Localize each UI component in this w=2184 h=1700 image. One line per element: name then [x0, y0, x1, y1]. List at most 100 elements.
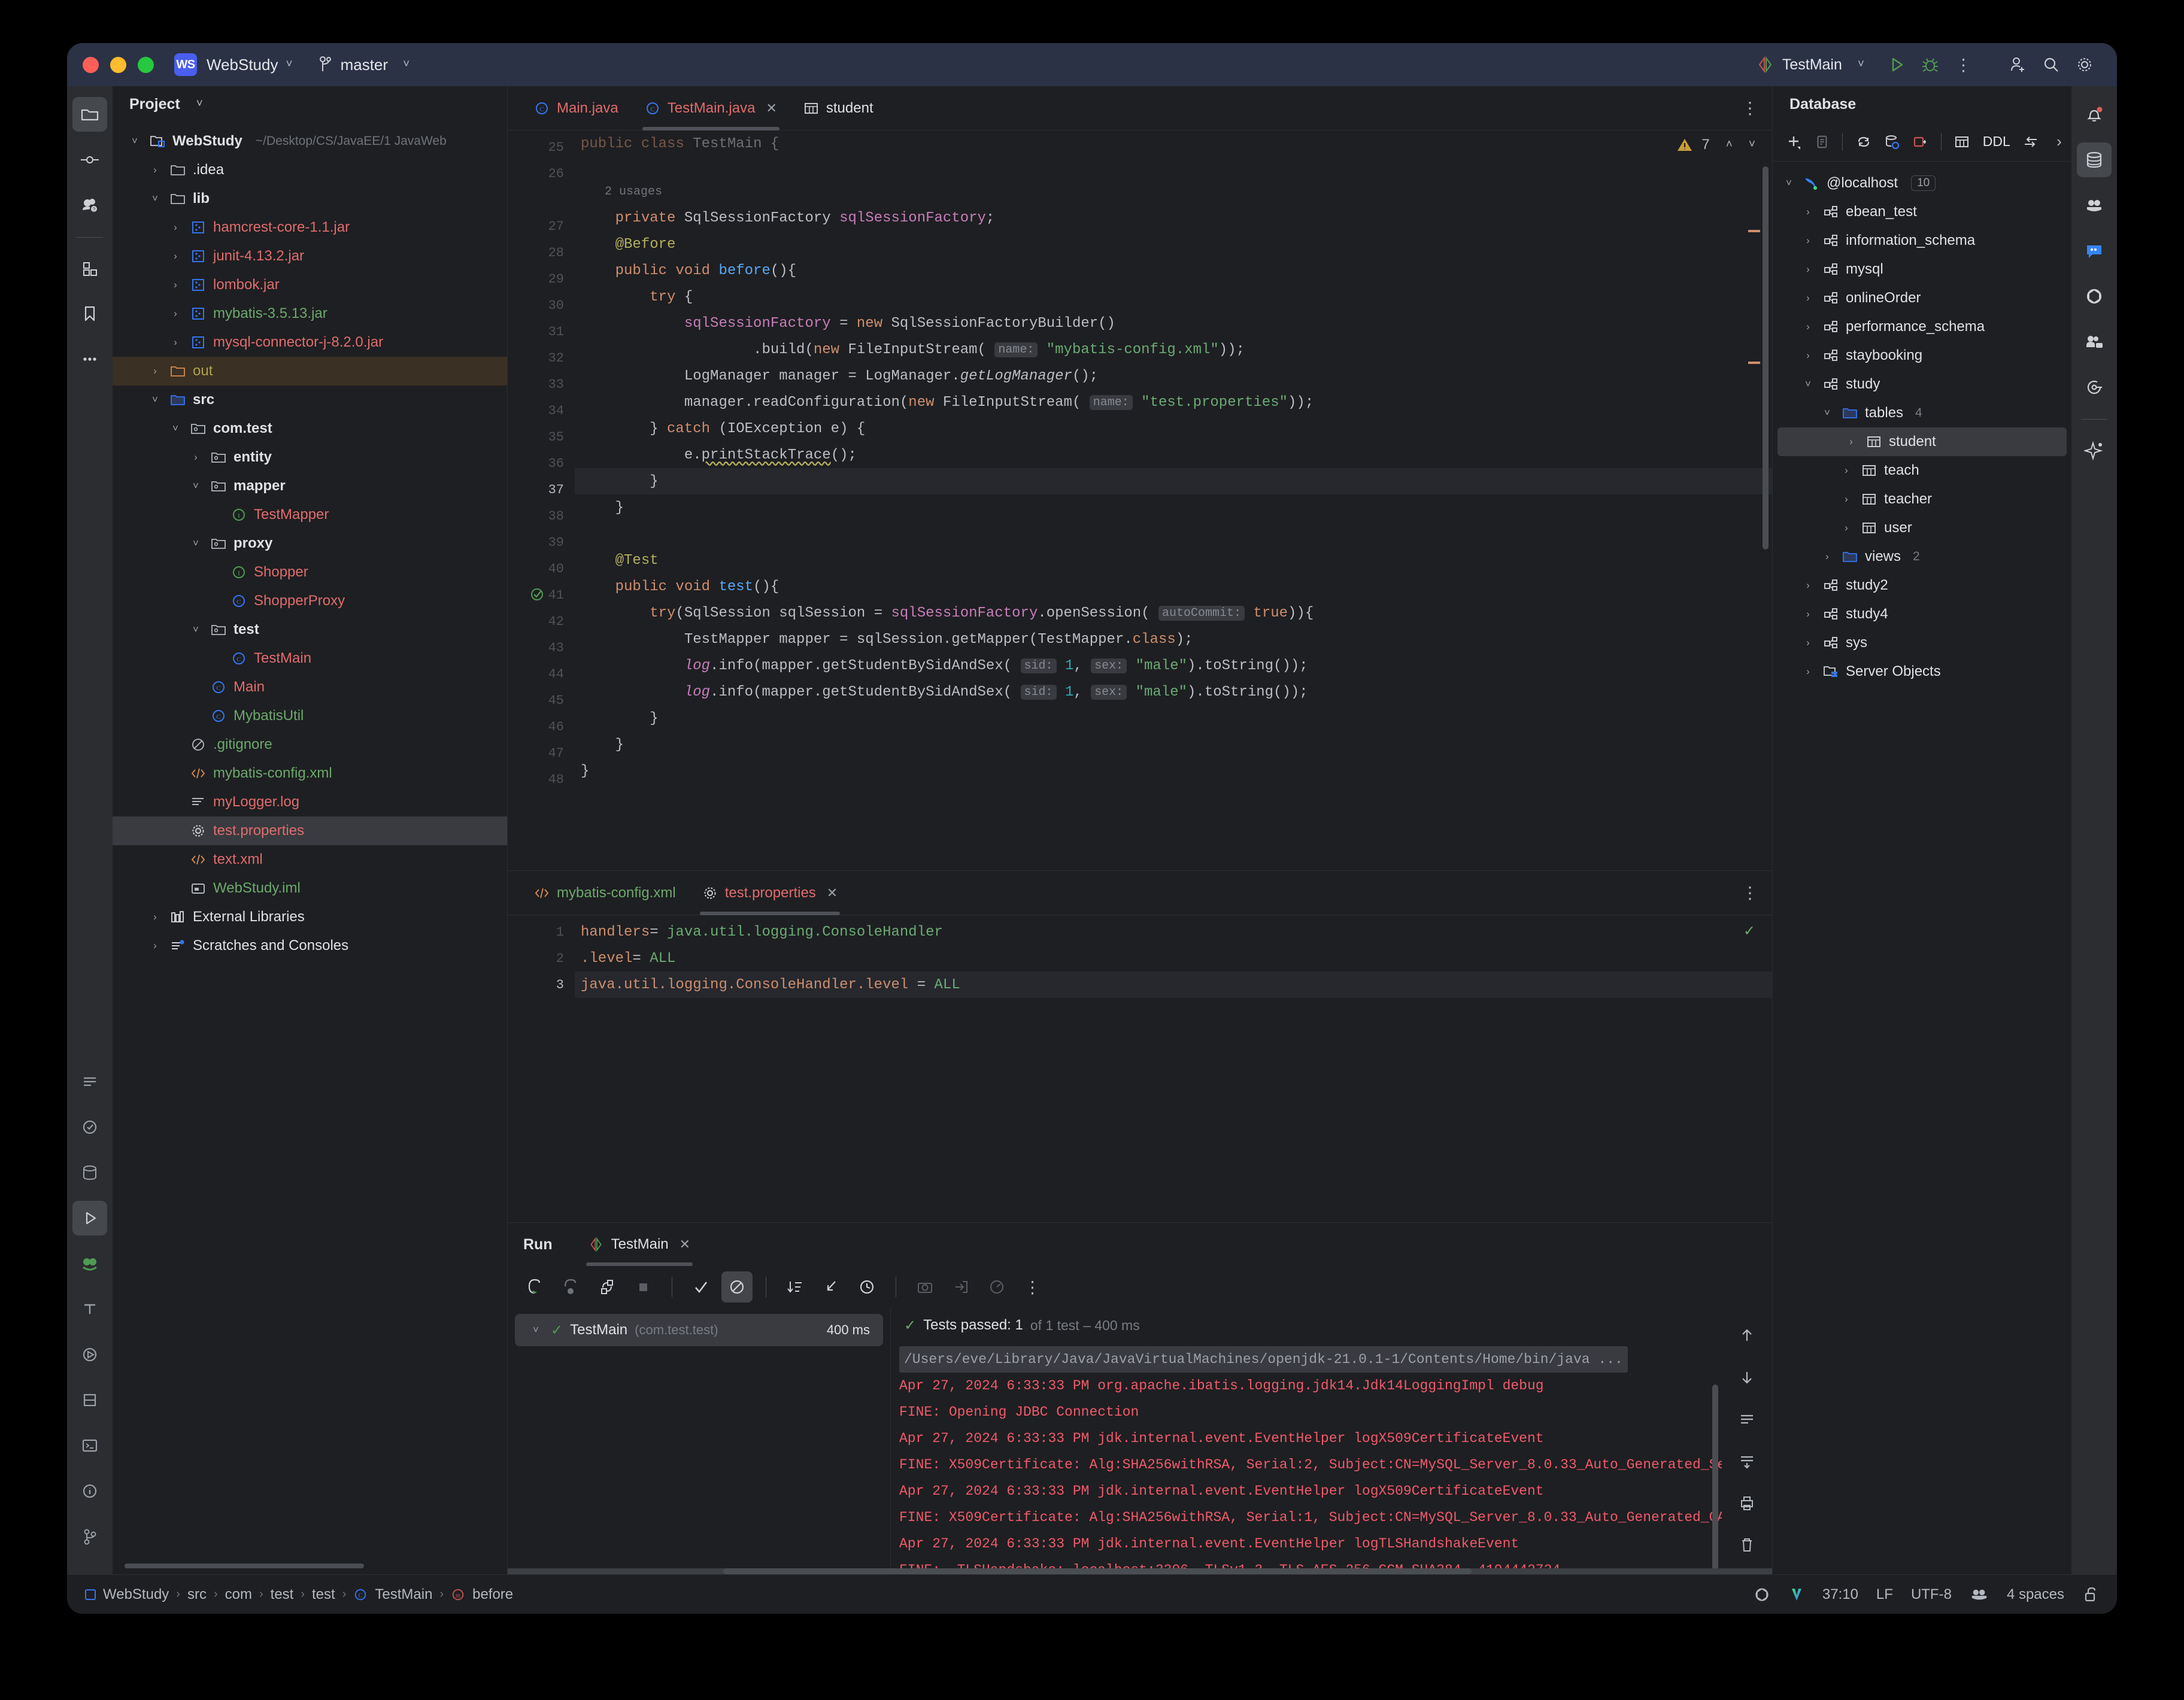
profiler-button[interactable] — [981, 1271, 1012, 1303]
project-tree-row[interactable]: CShopperProxy — [113, 587, 507, 615]
project-tree-row[interactable]: ˅WebStudy~/Desktop/CS/JavaEE/1 JavaWeb — [113, 127, 507, 156]
run-test-icon[interactable] — [530, 588, 545, 602]
chevron-down-icon[interactable]: ˅ — [188, 538, 204, 550]
notifications-button[interactable] — [2077, 97, 2112, 132]
breadcrumb[interactable]: WebStudy›src›com›test›test›CTestMain›mbe… — [85, 1586, 513, 1603]
sidebar-item-ai-assistant[interactable] — [2077, 188, 2112, 223]
chevron-down-icon[interactable]: ˅ — [147, 394, 163, 406]
code-line[interactable]: } — [575, 731, 1772, 758]
add-datasource-button[interactable] — [1781, 128, 1806, 156]
database-tree-row[interactable]: ›sys — [1773, 629, 2071, 657]
window-controls[interactable] — [83, 57, 154, 73]
editor-tab[interactable]: CTestMain.java✕ — [632, 86, 790, 130]
scroll-down-button[interactable] — [1733, 1363, 1761, 1392]
database-tree-row[interactable]: ›teach — [1773, 456, 2071, 485]
database-tree-row[interactable]: ˅study — [1773, 370, 2071, 399]
database-tree-row[interactable]: ›teacher — [1773, 485, 2071, 514]
code-line[interactable]: private SqlSessionFactory sqlSessionFact… — [575, 205, 1772, 231]
project-tree-row[interactable]: ›lombok.jar — [113, 271, 507, 299]
chevron-right-icon[interactable]: › — [1800, 206, 1816, 218]
properties-tab-actions[interactable]: ⋮ — [1742, 883, 1772, 903]
code-line[interactable]: sqlSessionFactory = new SqlSessionFactor… — [575, 310, 1772, 336]
scroll-to-end-button[interactable] — [1733, 1447, 1761, 1476]
rerun-failed-button[interactable] — [556, 1271, 587, 1303]
project-tree-row[interactable]: CTestMain — [113, 644, 507, 673]
project-tree-row[interactable]: ›mysql-connector-j-8.2.0.jar — [113, 328, 507, 357]
project-tree-row[interactable]: ›hamcrest-core-1.1.jar — [113, 213, 507, 242]
run-more-button[interactable]: ⋮ — [1017, 1271, 1048, 1303]
code-line[interactable]: } — [575, 705, 1772, 731]
editor-tab-bar[interactable]: CMain.javaCTestMain.java✕student ⋮ — [508, 86, 1772, 130]
breadcrumb-item[interactable]: WebStudy — [103, 1586, 169, 1603]
inspection-widget[interactable]: 7 ˄ ˅ — [1676, 136, 1755, 153]
editor-tab[interactable]: student — [790, 86, 887, 130]
close-icon[interactable]: ✕ — [680, 1237, 690, 1252]
sidebar-item-terminal-type[interactable] — [72, 1292, 107, 1326]
sidebar-item-info[interactable] — [72, 1474, 107, 1508]
unlocked-icon[interactable] — [2082, 1586, 2099, 1604]
chevron-right-icon[interactable]: › — [1839, 493, 1854, 505]
project-tree-row[interactable]: ˅mapper — [113, 472, 507, 500]
project-tree-row[interactable]: ›out — [113, 357, 507, 385]
chevron-right-icon[interactable]: › — [1800, 263, 1816, 275]
chevron-right-icon[interactable]: › — [1800, 321, 1816, 333]
properties-lines[interactable]: handlers= java.util.logging.ConsoleHandl… — [575, 915, 1772, 1222]
project-tree-row[interactable]: WebStudy.iml — [113, 874, 507, 903]
database-tree-row[interactable]: ›user — [1773, 514, 2071, 542]
database-tree-row[interactable]: ›student — [1777, 427, 2067, 456]
rerun-button[interactable] — [520, 1271, 551, 1303]
project-tree-row[interactable]: ˅test — [113, 615, 507, 644]
sidebar-item-git[interactable] — [72, 1519, 107, 1554]
code-line[interactable]: e.printStackTrace(); — [575, 442, 1772, 468]
code-line[interactable]: public class TestMain { — [575, 134, 1772, 152]
code-line[interactable] — [575, 152, 1772, 178]
database-tree-row[interactable]: ›performance_schema — [1773, 312, 2071, 341]
database-tree-row[interactable]: ›views2 — [1773, 542, 2071, 571]
database-tree-row[interactable]: ›Server Objects — [1773, 657, 2071, 686]
database-tree-row[interactable]: ›information_schema — [1773, 226, 2071, 255]
sort-button[interactable] — [779, 1271, 811, 1303]
breadcrumb-item[interactable]: test — [312, 1586, 335, 1603]
chevron-right-icon[interactable]: › — [1800, 637, 1816, 649]
editor-tab[interactable]: CMain.java — [521, 86, 632, 130]
code-line[interactable]: log.info(mapper.getStudentBySidAndSex( s… — [575, 652, 1772, 679]
chevron-down-icon[interactable]: ˅ — [1800, 378, 1816, 390]
editor-tab-actions[interactable]: ⋮ — [1742, 98, 1772, 118]
editor-tab[interactable]: test.properties✕ — [689, 871, 851, 915]
chevron-down-icon[interactable]: ˅ — [127, 135, 142, 147]
console-log[interactable]: /Users/eve/Library/Java/JavaVirtualMachi… — [891, 1343, 1722, 1568]
code-line[interactable] — [575, 521, 1772, 547]
toggle-auto-test-button[interactable] — [592, 1271, 623, 1303]
project-tree-row[interactable]: ˅lib — [113, 184, 507, 213]
console-horizontal-scroll-thumb[interactable] — [723, 1568, 1472, 1574]
chevron-right-icon[interactable]: › — [188, 451, 204, 463]
project-tree-row[interactable]: mybatis-config.xml — [113, 759, 507, 788]
properties-gutter[interactable]: 123 — [508, 915, 575, 1222]
test-results-tree[interactable]: ˅✓TestMain(com.test.test)400 ms — [508, 1308, 891, 1568]
chevron-right-icon[interactable]: › — [1800, 666, 1816, 678]
database-tree-row[interactable]: ›staybooking — [1773, 341, 2071, 370]
project-tree[interactable]: ˅WebStudy~/Desktop/CS/JavaEE/1 JavaWeb›.… — [113, 122, 507, 1564]
chevron-down-icon[interactable]: ˅ — [1858, 58, 1864, 71]
properties-content[interactable]: ✓ 123 handlers= java.util.logging.Consol… — [508, 915, 1772, 1222]
scroll-up-button[interactable] — [1733, 1321, 1761, 1350]
disconnect-button[interactable] — [1908, 128, 1933, 156]
test-history-button[interactable] — [851, 1271, 882, 1303]
debug-button[interactable] — [1913, 48, 1947, 81]
run-configuration-selector[interactable]: TestMain ˅ — [1757, 56, 1864, 74]
code-line[interactable]: } — [575, 468, 1772, 494]
database-tree-row[interactable]: ›onlineOrder — [1773, 284, 2071, 312]
editor-tab[interactable]: mybatis-config.xml — [521, 871, 689, 915]
chevron-down-icon[interactable]: ˅ — [188, 624, 204, 636]
chevron-down-icon[interactable]: ˅ — [286, 58, 292, 71]
more-options-button[interactable]: ⋮ — [1947, 48, 1980, 81]
minimize-window-button[interactable] — [110, 57, 126, 73]
sidebar-item-database[interactable] — [2077, 142, 2112, 177]
code-line[interactable]: .level= ALL — [575, 945, 1772, 972]
refresh-button[interactable] — [1851, 128, 1876, 156]
database-tree-row[interactable]: ˅tables4 — [1773, 399, 2071, 427]
chevron-right-icon[interactable]: › — [168, 221, 183, 233]
chevron-right-icon[interactable]: › — [1800, 608, 1816, 620]
open-table-button[interactable] — [1950, 128, 1974, 156]
project-tree-row[interactable]: CMybatisUtil — [113, 702, 507, 730]
